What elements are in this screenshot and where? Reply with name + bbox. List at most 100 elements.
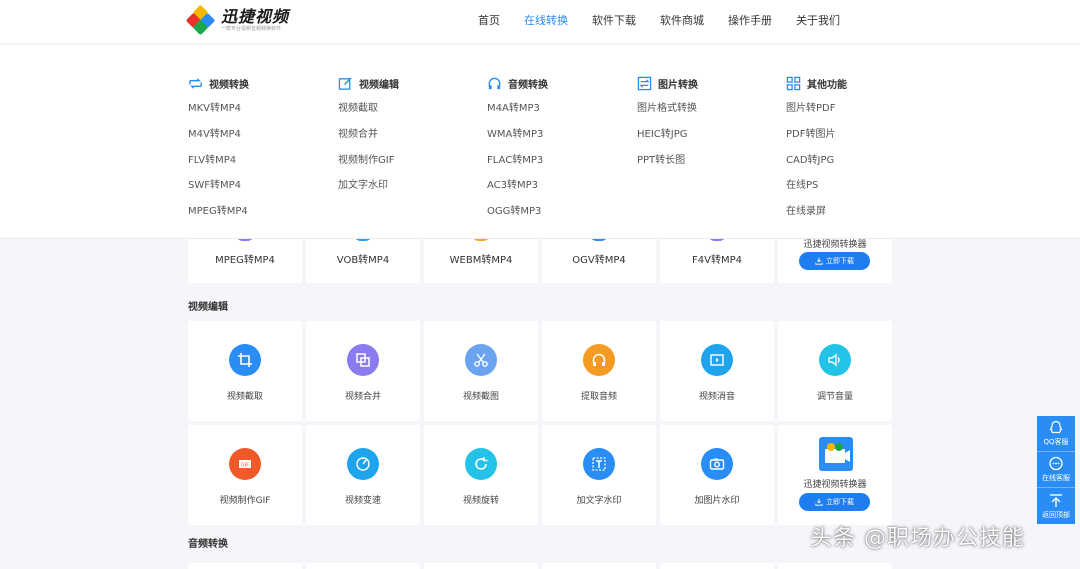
- dropdown-heading: 视频编辑: [359, 79, 399, 91]
- dropdown-column-other: 其他功能 图片转PDF PDF转图片 CAD转JPG 在线PS 在线录屏: [786, 75, 926, 230]
- tool-card[interactable]: [660, 563, 774, 569]
- dropdown-column-video-edit: 视频编辑 视频截取 视频合并 视频制作GIF 加文字水印: [338, 75, 478, 204]
- tool-card[interactable]: [542, 563, 656, 569]
- back-to-top-icon: [1050, 493, 1062, 507]
- text-watermark-icon: [583, 448, 615, 480]
- qq-icon: [1049, 420, 1063, 434]
- dropdown-item[interactable]: SWF转MP4: [188, 178, 328, 204]
- tool-card[interactable]: 视频变速: [306, 425, 420, 525]
- download-button[interactable]: 立即下载: [799, 493, 870, 511]
- dropdown-item[interactable]: 视频截取: [338, 101, 478, 127]
- logo-subtitle: 一款专业视频音频转换软件: [221, 25, 282, 32]
- dropdown-heading: 图片转换: [658, 79, 698, 91]
- dropdown-heading: 视频转换: [209, 79, 249, 91]
- tool-label: 视频截图: [462, 392, 499, 402]
- tool-label: 提取音频: [580, 392, 617, 402]
- dropdown-item[interactable]: M4V转MP4: [188, 127, 328, 153]
- dropdown-item[interactable]: PDF转图片: [786, 127, 926, 153]
- tool-card[interactable]: GIF 视频制作GIF: [188, 425, 302, 525]
- nav-about-us[interactable]: 关于我们: [784, 0, 852, 44]
- nav-manual[interactable]: 操作手册: [716, 0, 784, 44]
- dropdown-item[interactable]: 在线PS: [786, 178, 926, 204]
- logo-mark-icon: [185, 4, 216, 36]
- download-icon: [815, 257, 823, 265]
- video-convert-row: MPEG转MP4 VOB转MP4 WEBM转MP4 OGV转MP4 F4V转MP…: [188, 233, 892, 283]
- tool-card[interactable]: 提取音频: [542, 321, 656, 421]
- side-label: QQ客服: [1043, 438, 1069, 446]
- nav-home[interactable]: 首页: [466, 0, 512, 44]
- dropdown-item[interactable]: 视频合并: [338, 127, 478, 153]
- side-label: 在线客服: [1042, 474, 1070, 482]
- headphones-icon: [583, 344, 615, 376]
- online-service-button[interactable]: 在线客服: [1037, 452, 1075, 488]
- side-label: 返回顶部: [1042, 510, 1070, 519]
- video-converter-app-icon: [819, 437, 853, 471]
- tool-card[interactable]: [424, 563, 538, 569]
- back-to-top-button[interactable]: 返回顶部: [1037, 488, 1075, 524]
- dropdown-item[interactable]: CAD转JPG: [786, 153, 926, 179]
- nav-software-store[interactable]: 软件商城: [648, 0, 716, 44]
- video-edit-row-1: 视频截取 视频合并 视频截图 提取音频 视频消音 调节音量: [188, 321, 892, 421]
- promo-card: 迅捷视频转换器 立即下载: [778, 425, 892, 525]
- video-edit-row-2: GIF 视频制作GIF 视频变速 视频旋转 加文字水印 加图片水印 迅捷视频转换…: [188, 425, 892, 525]
- tool-card[interactable]: 视频消音: [660, 321, 774, 421]
- tool-card[interactable]: F4V转MP4: [660, 233, 774, 283]
- dropdown-item[interactable]: PPT转长图: [637, 153, 777, 179]
- dropdown-item[interactable]: FLV转MP4: [188, 153, 328, 179]
- tool-card[interactable]: 视频旋转: [424, 425, 538, 525]
- dropdown-item[interactable]: HEIC转JPG: [637, 127, 777, 153]
- dropdown-item[interactable]: 图片转PDF: [786, 101, 926, 127]
- dropdown-item[interactable]: M4A转MP3: [487, 101, 627, 127]
- video-convert-icon: [189, 77, 202, 89]
- merge-icon: [347, 344, 379, 376]
- tool-card[interactable]: 调节音量: [778, 321, 892, 421]
- rotate-icon: [465, 448, 497, 480]
- nav-online-convert[interactable]: 在线转换: [512, 0, 580, 44]
- play-icon: [701, 344, 733, 376]
- image-convert-icon: [637, 76, 652, 90]
- tool-card[interactable]: 加图片水印: [660, 425, 774, 525]
- tool-label: MPEG转MP4: [215, 255, 275, 266]
- download-button[interactable]: 立即下载: [799, 252, 870, 270]
- tool-card[interactable]: 加文字水印: [542, 425, 656, 525]
- tool-label: OGV转MP4: [572, 255, 626, 266]
- tool-card[interactable]: WEBM转MP4: [424, 233, 538, 283]
- floating-service-bar: QQ客服 在线客服 返回顶部: [1037, 416, 1075, 524]
- dropdown-item[interactable]: MKV转MP4: [188, 101, 328, 127]
- dropdown-item[interactable]: MPEG转MP4: [188, 204, 328, 230]
- tool-card[interactable]: 视频合并: [306, 321, 420, 421]
- dropdown-item[interactable]: WMA转MP3: [487, 127, 627, 153]
- dropdown-item[interactable]: FLAC转MP3: [487, 153, 627, 179]
- tool-card[interactable]: [778, 563, 892, 569]
- tool-label: 加文字水印: [576, 496, 622, 506]
- tool-card[interactable]: VOB转MP4: [306, 233, 420, 283]
- dropdown-item[interactable]: 加文字水印: [338, 178, 478, 204]
- site-logo[interactable]: 迅捷视频 一款专业视频音频转换软件: [185, 4, 290, 36]
- tool-card[interactable]: MPEG转MP4: [188, 233, 302, 283]
- tool-card[interactable]: OGV转MP4: [542, 233, 656, 283]
- edit-icon: [338, 76, 352, 90]
- tool-label: 视频截取: [226, 392, 263, 402]
- tool-label: F4V转MP4: [692, 255, 742, 266]
- dropdown-item[interactable]: 视频制作GIF: [338, 153, 478, 179]
- tool-card[interactable]: [188, 563, 302, 569]
- dropdown-heading: 其他功能: [807, 79, 847, 91]
- dropdown-item[interactable]: AC3转MP3: [487, 178, 627, 204]
- scissors-icon: [465, 344, 497, 376]
- dropdown-item[interactable]: 图片格式转换: [637, 101, 777, 127]
- dropdown-item[interactable]: 在线录屏: [786, 204, 926, 230]
- main-nav: 首页 在线转换 软件下载 软件商城 操作手册 关于我们: [466, 0, 852, 44]
- chat-icon: [1049, 456, 1063, 471]
- nav-software-download[interactable]: 软件下载: [580, 0, 648, 44]
- dropdown-heading: 音频转换: [508, 79, 548, 91]
- tool-card[interactable]: 视频截取: [188, 321, 302, 421]
- dropdown-column-audio-convert: 音频转换 M4A转MP3 WMA转MP3 FLAC转MP3 AC3转MP3 OG…: [487, 75, 627, 230]
- qq-service-button[interactable]: QQ客服: [1037, 416, 1075, 452]
- tool-card[interactable]: [306, 563, 420, 569]
- dropdown-item[interactable]: OGG转MP3: [487, 204, 627, 230]
- tool-label: VOB转MP4: [336, 255, 390, 266]
- dropdown-column-image-convert: 图片转换 图片格式转换 HEIC转JPG PPT转长图: [637, 75, 777, 178]
- logo-title: 迅捷视频: [221, 6, 290, 26]
- volume-icon: [819, 344, 851, 376]
- tool-card[interactable]: 视频截图: [424, 321, 538, 421]
